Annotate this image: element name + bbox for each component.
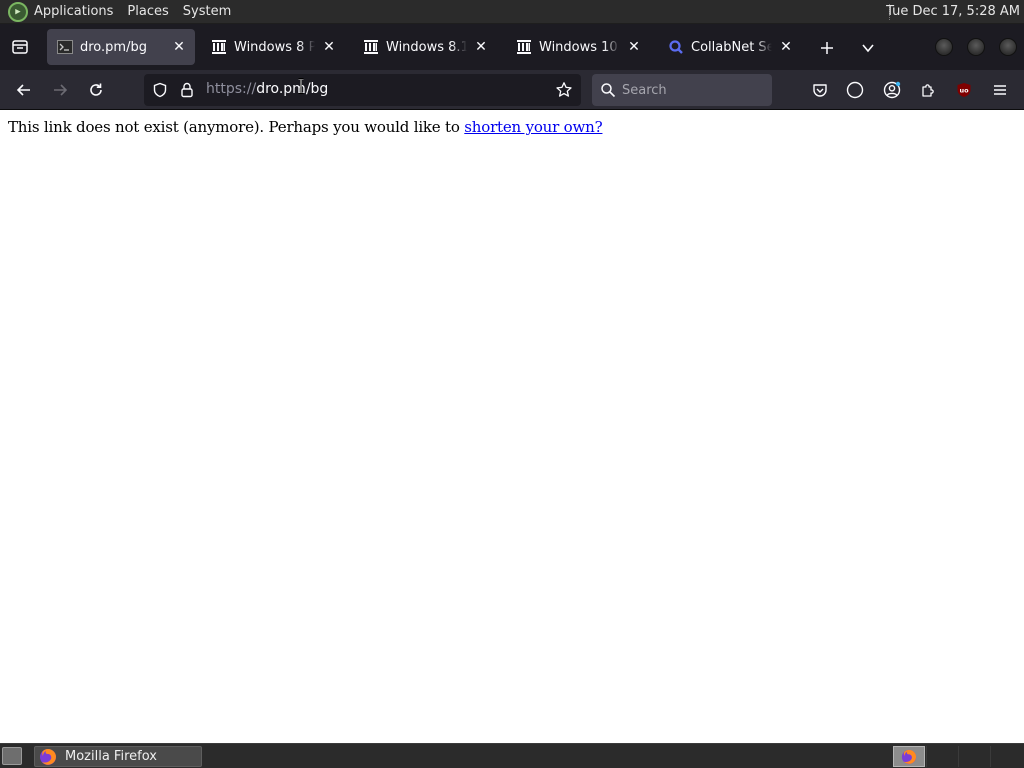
- ublock-origin-icon: uo: [957, 83, 971, 97]
- pocket-icon: [813, 84, 827, 97]
- system-menu[interactable]: System: [183, 4, 231, 19]
- minimize-window-button[interactable]: [935, 38, 953, 56]
- navigation-toolbar: https://dro.pm/bg uo: [0, 70, 1024, 110]
- tab-close-icon[interactable]: ✕: [169, 37, 189, 57]
- archive-org-icon: [516, 39, 532, 55]
- terminal-favicon-icon: [57, 39, 73, 55]
- tab-windows-10-1511[interactable]: Windows 10 1511 ✕: [506, 29, 650, 65]
- forward-button[interactable]: [46, 76, 74, 104]
- taskbar-firefox-window[interactable]: Mozilla Firefox: [34, 746, 202, 767]
- extensions-button[interactable]: [914, 76, 942, 104]
- taskbar-window-title: Mozilla Firefox: [65, 749, 157, 764]
- tab-title: CollabNet Search: [691, 39, 772, 55]
- message-text: This link does not exist (anymore). Perh…: [8, 118, 465, 136]
- tab-title: Windows 10 1511: [539, 39, 620, 55]
- workspace-1[interactable]: [893, 746, 925, 767]
- maximize-window-button[interactable]: [967, 38, 985, 56]
- tab-strip: dro.pm/bg ✕ Windows 8 Pro ✕ Windows 8.1 …: [0, 24, 1024, 70]
- search-bar[interactable]: [592, 74, 772, 106]
- search-input[interactable]: [622, 80, 762, 100]
- url-host-path: dro.pm/bg: [256, 81, 329, 97]
- tab-windows-8-pro[interactable]: Windows 8 Pro ✕: [201, 29, 345, 65]
- url-text[interactable]: https://dro.pm/bg: [206, 81, 328, 97]
- svg-text:uo: uo: [959, 87, 969, 95]
- search-icon: [601, 83, 616, 98]
- tab-close-icon[interactable]: ✕: [319, 37, 339, 57]
- hamburger-menu-icon: [994, 85, 1006, 95]
- firefox-icon: [40, 748, 56, 765]
- tracking-protection-shield-icon[interactable]: [152, 82, 168, 98]
- show-desktop-icon[interactable]: [2, 747, 22, 765]
- forward-arrow-icon: [54, 84, 68, 96]
- lock-icon[interactable]: [180, 82, 194, 98]
- bottom-taskbar: Mozilla Firefox: [0, 743, 1024, 768]
- back-arrow-icon: [16, 84, 30, 96]
- tab-title: Windows 8.1 Pro: [386, 39, 467, 55]
- tab-collabnet-search[interactable]: CollabNet Search ✕: [658, 29, 802, 65]
- tab-close-icon[interactable]: ✕: [624, 37, 644, 57]
- tab-title: Windows 8 Pro: [234, 39, 315, 55]
- workspace-2[interactable]: [926, 746, 957, 767]
- not-found-message: This link does not exist (anymore). Perh…: [8, 118, 603, 136]
- archive-org-icon: [363, 39, 379, 55]
- workspace-3[interactable]: [958, 746, 989, 767]
- back-button[interactable]: [10, 76, 38, 104]
- app-menu-button[interactable]: [986, 76, 1014, 104]
- chevron-down-icon: [862, 44, 874, 53]
- places-menu[interactable]: Places: [127, 4, 168, 19]
- system-top-panel: ▶ Applications Places System Tue Dec 17,…: [0, 0, 1024, 24]
- text-cursor-icon: [298, 78, 304, 94]
- workspace-4[interactable]: [990, 746, 1021, 767]
- tab-close-icon[interactable]: ✕: [471, 37, 491, 57]
- tab-windows-8-1-pro[interactable]: Windows 8.1 Pro ✕: [353, 29, 497, 65]
- list-all-tabs-button[interactable]: [856, 36, 880, 60]
- collabnet-search-icon: [668, 39, 684, 55]
- close-window-button[interactable]: [999, 38, 1017, 56]
- firefox-view-button[interactable]: [0, 24, 40, 70]
- firefox-icon: [901, 749, 917, 764]
- firefox-view-icon: [12, 40, 28, 54]
- plus-icon: [821, 42, 833, 54]
- tab-dro-pm[interactable]: dro.pm/bg ✕: [47, 29, 195, 65]
- reload-button[interactable]: [82, 76, 110, 104]
- ublock-origin-button[interactable]: uo: [950, 76, 978, 104]
- bookmark-star-icon[interactable]: [555, 81, 573, 99]
- page-content: This link does not exist (anymore). Perh…: [0, 111, 1024, 743]
- url-bar[interactable]: https://dro.pm/bg: [144, 74, 581, 106]
- archive-org-icon: [211, 39, 227, 55]
- tab-close-icon[interactable]: ✕: [776, 37, 796, 57]
- shorten-your-own-link[interactable]: shorten your own?: [464, 118, 602, 136]
- account-icon: [883, 81, 901, 99]
- distro-logo-icon[interactable]: ▶: [8, 1, 28, 22]
- clock[interactable]: Tue Dec 17, 5:28 AM: [886, 4, 1020, 19]
- applications-menu[interactable]: Applications: [34, 4, 113, 19]
- reload-icon: [90, 83, 102, 96]
- puzzle-piece-icon: [922, 84, 934, 97]
- circle-icon: [846, 81, 864, 99]
- container-button[interactable]: [841, 76, 869, 104]
- new-tab-button[interactable]: [815, 36, 839, 60]
- pocket-button[interactable]: [806, 76, 834, 104]
- account-button[interactable]: [878, 76, 906, 104]
- url-scheme: https://: [206, 81, 257, 97]
- tab-title: dro.pm/bg: [80, 39, 147, 55]
